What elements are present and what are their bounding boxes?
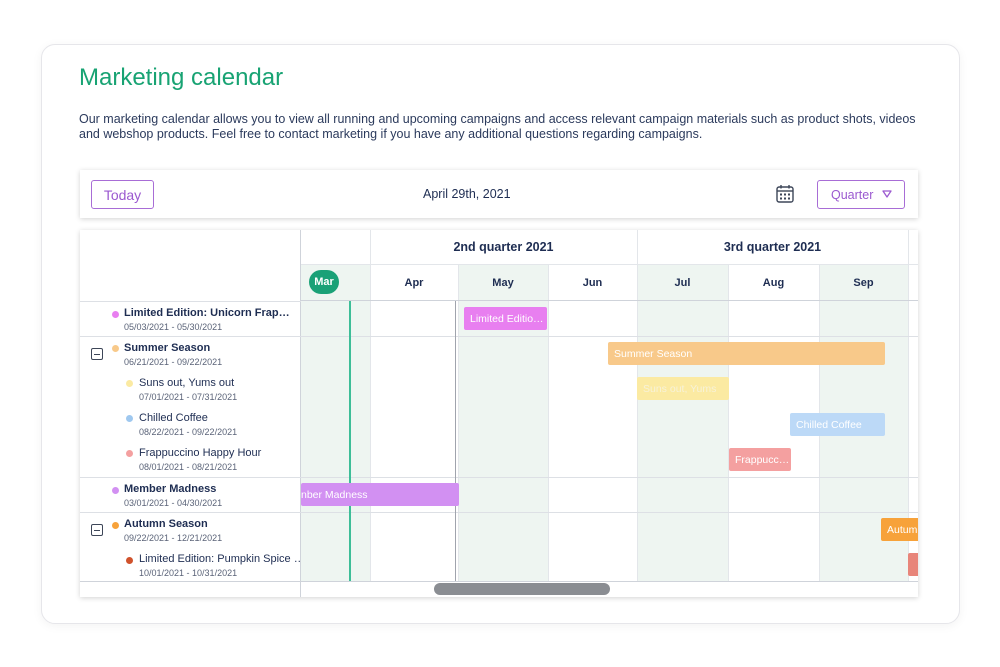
campaign-bar[interactable]: Frappucc…: [729, 448, 791, 471]
today-button[interactable]: Today: [91, 180, 154, 209]
today-line: [349, 301, 351, 582]
month-label: Sep: [853, 277, 874, 289]
campaign-bar[interactable]: [908, 553, 918, 576]
timeline-area: 2nd quarter 2021 3rd quarter 2021 Apr Ma…: [301, 230, 918, 597]
campaign-dates: 08/22/2021 - 09/22/2021: [139, 427, 238, 437]
campaign-row[interactable]: Chilled Coffee 08/22/2021 - 09/22/2021: [80, 406, 301, 441]
campaign-bar[interactable]: Autumn: [881, 518, 918, 541]
month-label: Jul: [674, 277, 691, 289]
campaign-bar[interactable]: Suns out, Yums: [637, 377, 729, 400]
campaign-dates: 05/03/2021 - 05/30/2021: [124, 322, 223, 332]
color-dot: [126, 557, 133, 564]
calendar-toolbar: Today April 29th, 2021 Quarter: [80, 170, 918, 218]
campaign-name: Limited Edition: Pumpkin Spice …: [139, 553, 305, 565]
campaign-row[interactable]: Member Madness 03/01/2021 - 04/30/2021: [80, 477, 301, 512]
campaign-name: Suns out, Yums out: [139, 377, 235, 389]
quarter-label: 2nd quarter 2021: [453, 240, 554, 254]
campaign-dates: 03/01/2021 - 04/30/2021: [124, 498, 223, 508]
current-date-line: [455, 301, 456, 582]
campaign-dates: 09/22/2021 - 12/21/2021: [124, 533, 223, 543]
quarter-label: 3rd quarter 2021: [723, 240, 822, 254]
month-label: Jun: [582, 277, 603, 289]
campaign-dates: 08/01/2021 - 08/21/2021: [139, 462, 238, 472]
color-dot: [112, 311, 119, 318]
campaign-bar[interactable]: nber Madness: [301, 483, 459, 506]
calendar-icon[interactable]: [776, 184, 794, 203]
color-dot: [126, 380, 133, 387]
campaign-bar[interactable]: Summer Season: [608, 342, 885, 365]
campaign-name: Summer Season: [124, 342, 211, 354]
view-mode-dropdown[interactable]: Quarter: [817, 180, 905, 209]
campaign-list: Limited Edition: Unicorn Frap… 05/03/202…: [80, 230, 305, 597]
color-dot: [126, 450, 133, 457]
campaign-bar[interactable]: Chilled Coffee: [790, 413, 885, 436]
campaign-dates: 06/21/2021 - 09/22/2021: [124, 357, 223, 367]
month-label: Apr: [404, 277, 424, 289]
page-title: Marketing calendar: [79, 64, 284, 91]
campaign-bar[interactable]: Limited Editio…: [464, 307, 547, 330]
month-label: May: [492, 277, 514, 289]
campaign-name: Chilled Coffee: [139, 412, 208, 424]
color-dot: [126, 415, 133, 422]
view-mode-label: Quarter: [831, 187, 874, 202]
quarter-header: 2nd quarter 2021 3rd quarter 2021: [301, 230, 918, 265]
collapse-toggle-icon[interactable]: [91, 348, 103, 360]
horizontal-scrollbar[interactable]: [434, 583, 610, 595]
color-dot: [112, 345, 119, 352]
campaign-row[interactable]: Autumn Season 09/22/2021 - 12/21/2021: [80, 512, 301, 547]
gantt-grid: Limited Edition: Unicorn Frap… 05/03/202…: [80, 230, 918, 597]
triangle-down-icon: [882, 190, 892, 198]
color-dot: [112, 487, 119, 494]
month-label: Aug: [762, 277, 785, 289]
campaign-row[interactable]: Limited Edition: Unicorn Frap… 05/03/202…: [80, 301, 301, 336]
campaign-name: Autumn Season: [124, 518, 208, 530]
campaign-name: Member Madness: [124, 483, 217, 495]
page-description: Our marketing calendar allows you to vie…: [79, 112, 916, 141]
campaign-row[interactable]: Frappuccino Happy Hour 08/01/2021 - 08/2…: [80, 441, 301, 477]
campaign-row[interactable]: Suns out, Yums out 07/01/2021 - 07/31/20…: [80, 371, 301, 406]
campaign-name: Frappuccino Happy Hour: [139, 447, 262, 459]
campaign-row[interactable]: Limited Edition: Pumpkin Spice … 10/01/2…: [80, 547, 305, 582]
campaign-dates: 07/01/2021 - 07/31/2021: [139, 392, 238, 402]
color-dot: [112, 522, 119, 529]
campaign-row[interactable]: Summer Season 06/21/2021 - 09/22/2021: [80, 336, 301, 371]
campaign-dates: 10/01/2021 - 10/31/2021: [139, 568, 238, 578]
collapse-toggle-icon[interactable]: [91, 524, 103, 536]
campaign-name: Limited Edition: Unicorn Frap…: [124, 307, 290, 319]
month-header: Apr May Jun Jul Aug Sep: [301, 265, 918, 301]
today-marker-pill: Mar: [309, 270, 339, 294]
current-date-label: April 29th, 2021: [423, 187, 511, 201]
